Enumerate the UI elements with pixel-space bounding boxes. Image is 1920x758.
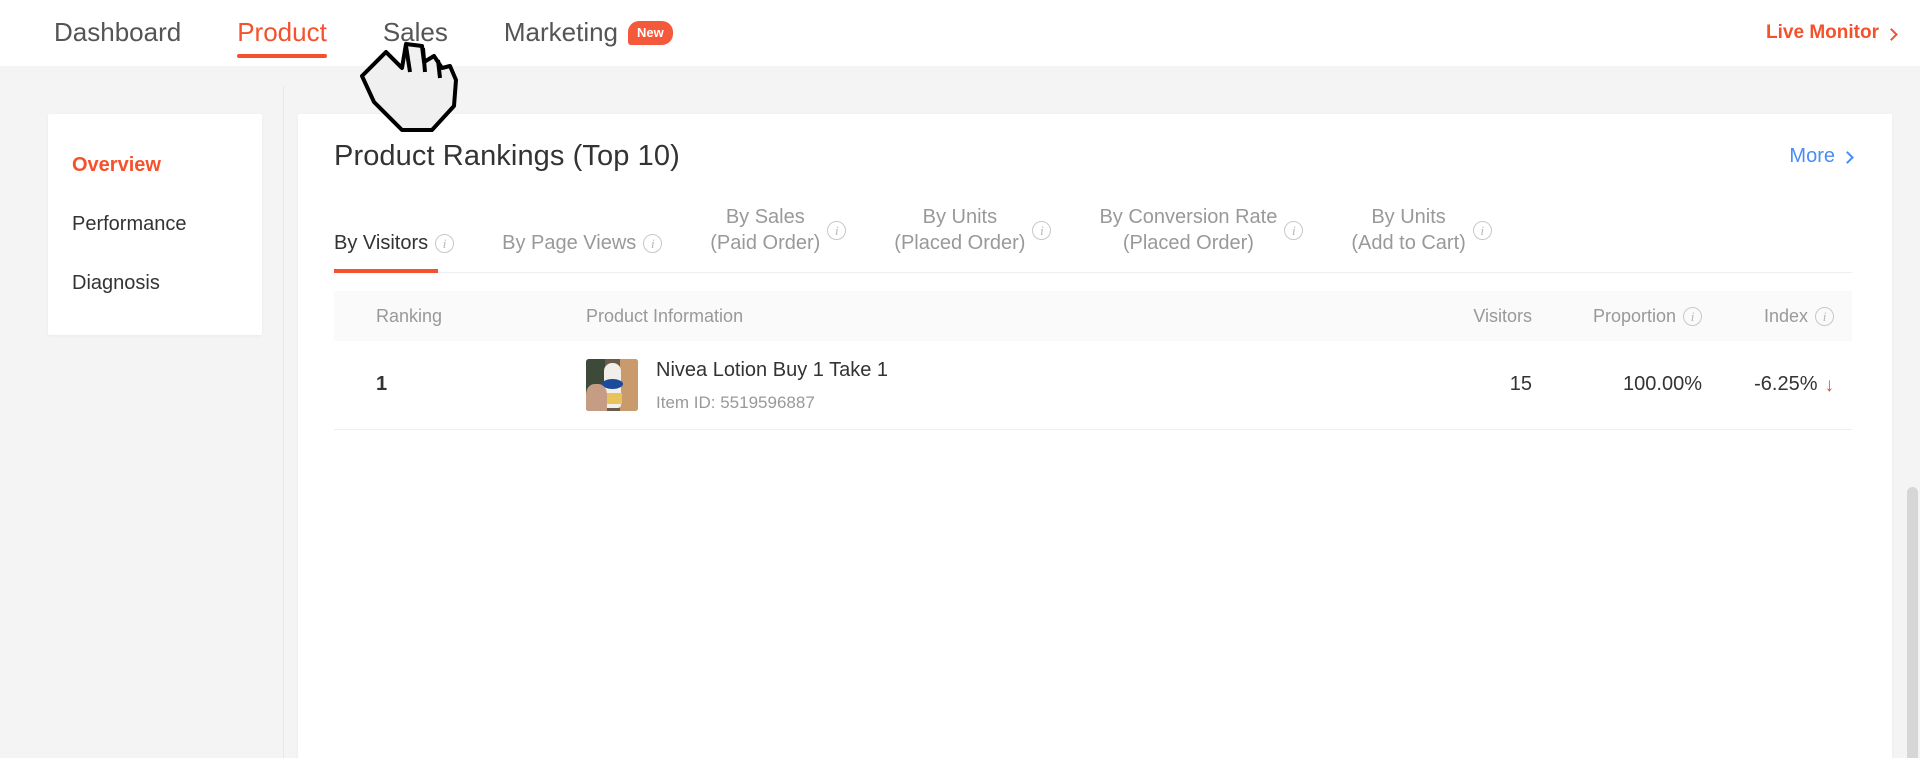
sidebar-item-performance[interactable]: Performance: [48, 195, 262, 254]
nav-item-label: Sales: [382, 17, 448, 47]
product-item-id: Item ID: 5519596887: [656, 392, 815, 412]
column-header-label: Index: [1763, 305, 1808, 326]
metric-tabs: By Visitors i By Page Views i By Sales (…: [334, 205, 1852, 274]
thumbnail-bg-right: [620, 358, 638, 411]
nav-item-label: Product: [237, 17, 327, 47]
info-icon[interactable]: i: [643, 233, 663, 253]
table-header-row: Ranking Product Information Visitors Pro…: [334, 291, 1852, 342]
page-title: Product Rankings (Top 10): [334, 140, 680, 172]
product-rankings-card: Product Rankings (Top 10) More By Visito…: [298, 114, 1892, 758]
info-icon[interactable]: i: [1284, 221, 1304, 241]
product-rankings-table: Ranking Product Information Visitors Pro…: [334, 291, 1852, 430]
more-link[interactable]: More: [1789, 145, 1854, 168]
nav-item-product[interactable]: Product: [237, 0, 327, 66]
tab-label-line1: By Units: [922, 206, 998, 228]
nav-active-underline: [237, 53, 327, 58]
main-content: Product Rankings (Top 10) More By Visito…: [284, 86, 1920, 758]
page-scrollbar-thumb[interactable]: [1907, 487, 1918, 758]
chevron-right-icon: [1841, 151, 1854, 164]
column-header-label: Proportion: [1592, 305, 1676, 326]
column-header-product-information: Product Information: [524, 291, 1412, 342]
arrow-down-icon: ↓: [1824, 375, 1835, 397]
live-monitor-link[interactable]: Live Monitor: [1766, 0, 1898, 66]
column-header-label: Product Information: [586, 305, 744, 326]
top-nav-items: Dashboard Product Sales Marketing New: [54, 0, 729, 66]
tab-by-units-placed-order[interactable]: By Units (Placed Order) i: [894, 205, 1052, 272]
nav-item-dashboard[interactable]: Dashboard: [54, 0, 181, 66]
cell-product-information: Nivea Lotion Buy 1 Take 1 Item ID: 55195…: [524, 341, 1412, 430]
nav-item-label: Dashboard: [54, 17, 182, 47]
sidebar-card: Overview Performance Diagnosis: [48, 114, 262, 335]
column-header-index: Index i: [1702, 291, 1852, 342]
new-badge: New: [628, 20, 673, 45]
page-body: Overview Performance Diagnosis Product R…: [0, 66, 1920, 758]
chevron-right-icon: [1885, 27, 1898, 41]
index-value: -6.25%: [1754, 373, 1818, 396]
tab-by-page-views[interactable]: By Page Views i: [502, 231, 663, 273]
cell-ranking: 1: [334, 341, 524, 430]
column-header-proportion: Proportion i: [1532, 291, 1702, 342]
column-header-label: Visitors: [1473, 305, 1532, 326]
info-icon[interactable]: i: [1032, 221, 1052, 241]
tab-label-line2: (Add to Cart): [1351, 231, 1466, 254]
sidebar: Overview Performance Diagnosis: [0, 86, 284, 758]
info-icon[interactable]: i: [435, 233, 455, 253]
sidebar-item-label: Performance: [72, 213, 187, 235]
tab-label-line2: (Placed Order): [1122, 231, 1254, 254]
hand-shape: [586, 383, 607, 411]
sidebar-item-label: Diagnosis: [72, 272, 160, 294]
info-icon[interactable]: i: [1815, 306, 1834, 326]
product-name[interactable]: Nivea Lotion Buy 1 Take 1: [656, 357, 888, 384]
table-row[interactable]: 1 Nivea Lotion Buy 1 Take 1 Item ID: 551…: [334, 341, 1852, 430]
tab-active-underline: [334, 269, 439, 274]
cell-proportion: 100.00%: [1532, 341, 1702, 430]
cell-index: -6.25% ↓: [1702, 341, 1852, 430]
card-header: Product Rankings (Top 10) More: [334, 140, 1854, 179]
tab-by-conversion-rate-placed-order[interactable]: By Conversion Rate (Placed Order) i: [1099, 205, 1304, 272]
top-navigation-bar: Dashboard Product Sales Marketing New Li…: [0, 0, 1920, 66]
tab-label-line1: By Units: [1371, 206, 1446, 228]
nav-item-sales[interactable]: Sales: [383, 0, 448, 66]
info-icon[interactable]: i: [827, 221, 847, 241]
column-header-visitors: Visitors: [1412, 291, 1532, 342]
table-header: Ranking Product Information Visitors Pro…: [334, 291, 1852, 342]
column-header-label: Ranking: [376, 305, 443, 326]
tab-label-line1: By Sales: [725, 206, 805, 228]
tab-by-visitors[interactable]: By Visitors i: [334, 231, 455, 274]
table-body: 1 Nivea Lotion Buy 1 Take 1 Item ID: 551…: [334, 341, 1852, 430]
sidebar-item-label: Overview: [72, 154, 161, 176]
tab-label-line2: (Paid Order): [710, 231, 821, 254]
sidebar-item-overview[interactable]: Overview: [48, 136, 262, 195]
nav-item-marketing[interactable]: Marketing New: [504, 0, 673, 66]
tab-by-units-add-to-cart[interactable]: By Units (Add to Cart) i: [1351, 205, 1492, 272]
sidebar-item-diagnosis[interactable]: Diagnosis: [48, 254, 262, 313]
tab-label-line1: By Conversion Rate: [1099, 206, 1278, 228]
info-icon[interactable]: i: [1472, 221, 1492, 241]
page-scrollbar-track[interactable]: [1904, 132, 1920, 758]
tab-label-line1: By Visitors: [334, 231, 429, 254]
live-monitor-label: Live Monitor: [1766, 22, 1879, 43]
cell-visitors: 15: [1412, 341, 1532, 430]
tab-by-sales-paid-order[interactable]: By Sales (Paid Order) i: [710, 205, 847, 272]
product-thumbnail[interactable]: [586, 358, 638, 411]
column-header-ranking: Ranking: [334, 291, 524, 342]
info-icon[interactable]: i: [1683, 306, 1702, 326]
tab-label-line2: (Placed Order): [894, 231, 1026, 254]
more-label: More: [1789, 145, 1835, 167]
nav-item-label: Marketing: [503, 17, 619, 47]
tab-label-line1: By Page Views: [502, 231, 637, 254]
